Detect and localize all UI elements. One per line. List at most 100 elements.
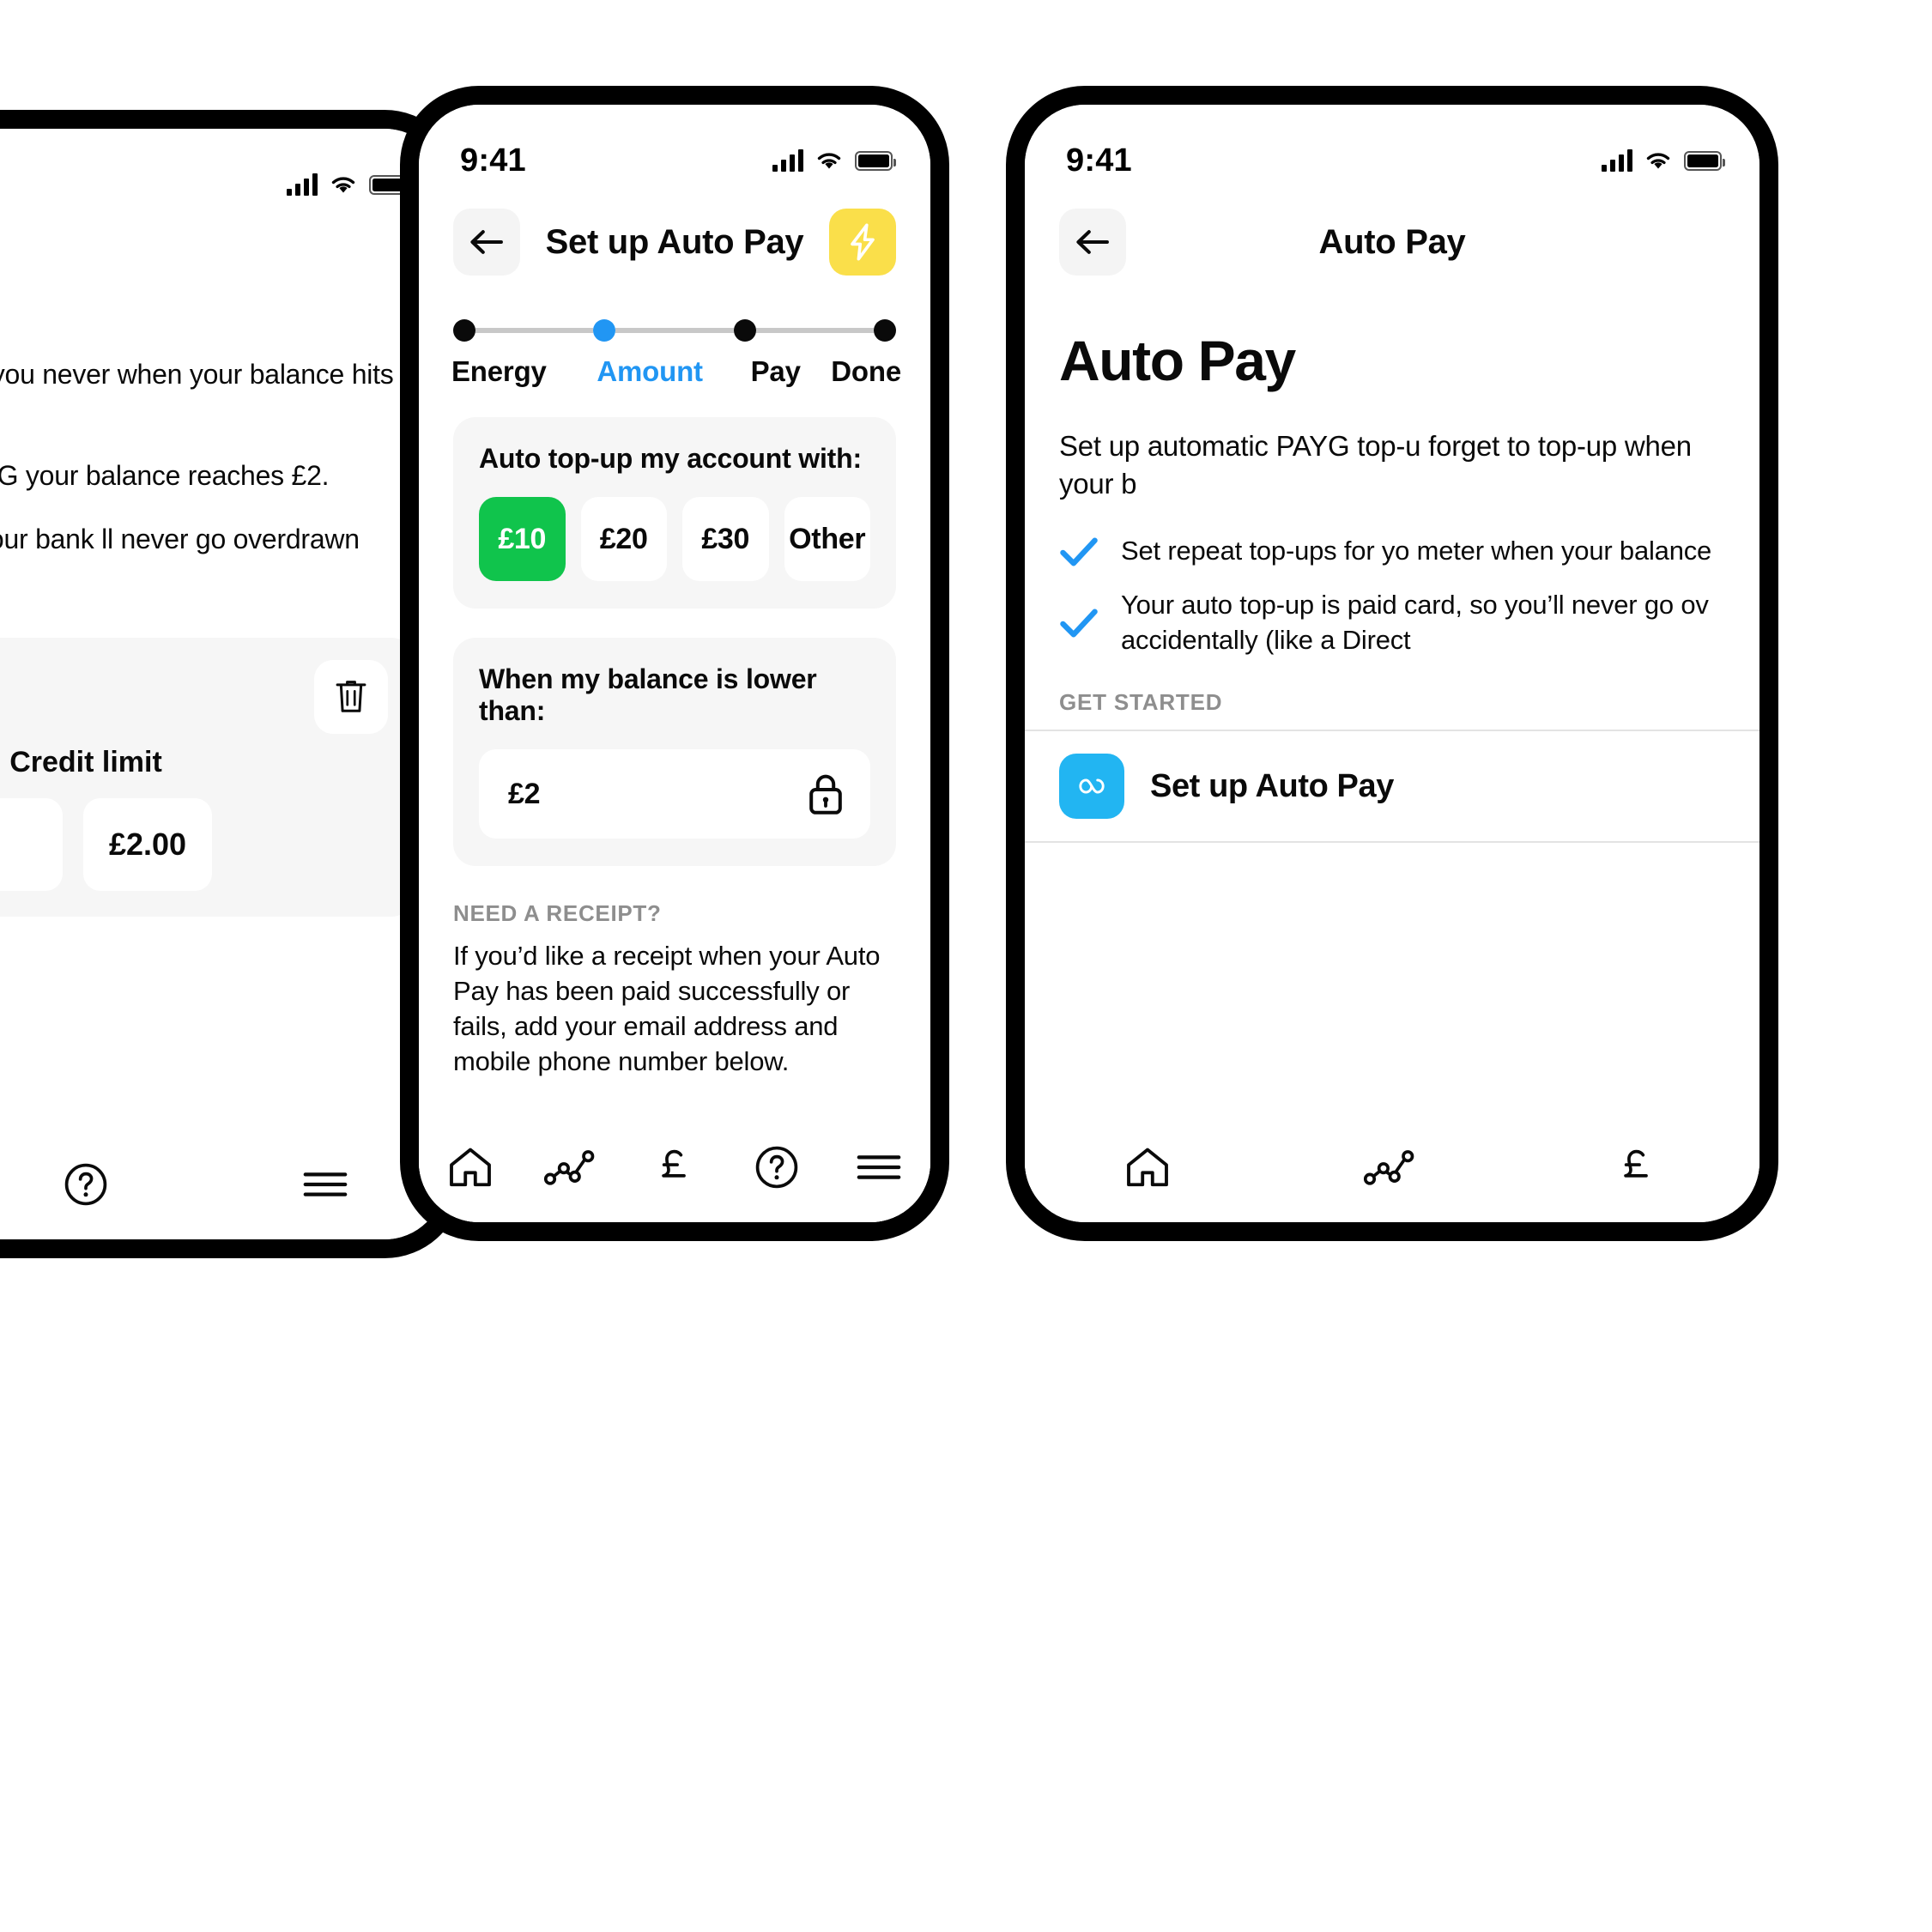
- phone-right: 9:41 Auto Pay Auto Pay Set up automatic …: [1006, 86, 1778, 1241]
- back-button[interactable]: [1059, 209, 1126, 276]
- step-dot-energy[interactable]: [453, 319, 475, 342]
- tab-bar-center: [419, 1112, 930, 1222]
- nav-bar-left: Auto Pay: [0, 211, 445, 307]
- tab-usage-right[interactable]: [1269, 1148, 1514, 1186]
- signal-icon: [1602, 149, 1632, 172]
- setup-stepper: Energy Amount Pay Done: [419, 283, 930, 388]
- amount-option-20[interactable]: £20: [580, 497, 667, 581]
- step-label-done: Done: [831, 355, 901, 387]
- credit-limit-values: £2.00: [0, 797, 388, 891]
- step-label-energy: Energy: [451, 355, 547, 387]
- step-line-3: [755, 328, 874, 333]
- status-bar-left: [0, 129, 445, 211]
- tab-menu-center[interactable]: [828, 1150, 930, 1184]
- step-label-pay: Pay: [750, 355, 801, 387]
- page-title-right: Auto Pay: [1318, 222, 1466, 261]
- pound-icon: [1624, 1149, 1649, 1178]
- lock-icon: [809, 774, 842, 815]
- step-line-2: [615, 328, 734, 333]
- battery-icon: [1684, 150, 1725, 171]
- status-time-center: 9:41: [460, 142, 526, 179]
- topup-amount-options: £10 £20 £30 Other: [479, 497, 870, 581]
- status-bar-center: 9:41: [419, 105, 930, 187]
- status-icons-center: [772, 149, 896, 172]
- step-label-amount: Amount: [597, 355, 703, 387]
- phone-center-screen: 9:41 Set up Auto Pay Energy Amount Pay D…: [419, 105, 930, 1222]
- back-button[interactable]: [453, 209, 520, 276]
- auto-pay-benefits: Set repeat top-ups for yo meter when you…: [1059, 534, 1725, 658]
- receipt-body: If you’d like a receipt when your Auto P…: [453, 941, 881, 1076]
- benefit-item: Set repeat top-ups for yo meter when you…: [1059, 534, 1725, 569]
- balance-threshold-title: When my balance is lower than:: [479, 663, 817, 726]
- help-icon: [64, 1163, 107, 1206]
- tab-usage-center[interactable]: [521, 1148, 623, 1186]
- benefit-text: Set repeat top-ups for yo meter when you…: [1121, 536, 1712, 566]
- amount-option-30[interactable]: £30: [682, 497, 769, 581]
- wifi-icon: [1646, 153, 1670, 169]
- menu-icon: [857, 1155, 901, 1179]
- balance-threshold-field[interactable]: £2: [479, 749, 870, 839]
- topup-amount-card: Auto top-up my account with: £10 £20 £30…: [453, 417, 896, 609]
- nav-bar-right: Auto Pay: [1025, 187, 1759, 283]
- check-icon: [1060, 609, 1098, 638]
- balance-threshold-card: When my balance is lower than: £2: [453, 638, 896, 866]
- tab-home-right[interactable]: [1025, 1144, 1269, 1190]
- phone-left: Auto Pay c PAYG top-ups so you never whe…: [0, 110, 463, 1258]
- back-arrow-icon: [1076, 230, 1109, 254]
- left-paragraph-3: op-up is paid with your bank ll never go…: [0, 524, 360, 555]
- status-time-right: 9:41: [1066, 142, 1132, 179]
- pound-icon: [662, 1149, 686, 1178]
- credit-limit-card: Credit limit £2.00: [0, 637, 414, 917]
- phone-center: 9:41 Set up Auto Pay Energy Amount Pay D…: [400, 86, 949, 1241]
- check-icon: [1060, 537, 1098, 566]
- phone-left-screen: Auto Pay c PAYG top-ups so you never whe…: [0, 129, 445, 1239]
- step-dot-amount[interactable]: [593, 319, 616, 342]
- tab-bar-left: [0, 1130, 445, 1239]
- infinity-glyph: [1079, 778, 1105, 794]
- benefit-text: Your auto top-up is paid card, so you’ll…: [1121, 590, 1709, 656]
- status-bar-right: 9:41: [1025, 105, 1759, 187]
- battery-icon: [855, 150, 896, 171]
- trash-icon: [336, 680, 366, 712]
- home-icon: [1126, 1148, 1168, 1187]
- tab-bar-right: [1025, 1112, 1759, 1222]
- step-dot-pay[interactable]: [733, 319, 756, 342]
- screenshot-stage: Auto Pay c PAYG top-ups so you never whe…: [0, 0, 1932, 1932]
- wifi-icon: [331, 177, 355, 193]
- energy-action-button[interactable]: [829, 209, 896, 276]
- auto-pay-intro: Set up automatic PAYG top-u forget to to…: [1059, 430, 1692, 500]
- delete-limit-button[interactable]: [314, 659, 388, 734]
- left-paragraph-2: op-ups for your PAYG your balance reache…: [0, 460, 330, 492]
- receipt-overline: NEED A RECEIPT?: [453, 900, 662, 926]
- set-up-auto-pay-label: Set up Auto Pay: [1150, 767, 1394, 804]
- phone-right-screen: 9:41 Auto Pay Auto Pay Set up automatic …: [1025, 105, 1759, 1222]
- left-paragraph-1: c PAYG top-ups so you never when your ba…: [0, 359, 394, 390]
- set-up-auto-pay-row[interactable]: Set up Auto Pay: [1025, 730, 1759, 844]
- benefit-item: Your auto top-up is paid card, so you’ll…: [1059, 588, 1725, 658]
- tab-pound-center[interactable]: [623, 1142, 725, 1192]
- auto-pay-heading: Auto Pay: [1059, 329, 1296, 392]
- credit-limit-chip-prev[interactable]: [0, 797, 63, 891]
- back-arrow-icon: [470, 230, 503, 254]
- status-icons-left: [287, 173, 410, 196]
- status-icons-right: [1602, 149, 1725, 172]
- usage-icon: [543, 1150, 595, 1185]
- infinity-icon: [1059, 754, 1124, 820]
- topup-amount-title: Auto top-up my account with:: [479, 443, 862, 474]
- step-dot-done[interactable]: [873, 319, 896, 342]
- menu-icon: [303, 1172, 347, 1196]
- help-icon: [755, 1146, 798, 1189]
- tab-help-center[interactable]: [726, 1142, 828, 1192]
- amount-option-10[interactable]: £10: [479, 497, 566, 581]
- credit-limit-value[interactable]: £2.00: [83, 797, 212, 891]
- amount-option-other[interactable]: Other: [784, 497, 870, 581]
- tab-help-left[interactable]: [0, 1160, 205, 1209]
- tab-home-center[interactable]: [419, 1144, 521, 1190]
- tab-pound-right[interactable]: [1515, 1142, 1759, 1192]
- wifi-icon: [817, 153, 841, 169]
- lightning-bolt-icon: [851, 223, 875, 261]
- credit-limit-label: Credit limit: [9, 745, 162, 778]
- signal-icon: [287, 173, 318, 196]
- balance-threshold-value: £2: [508, 777, 541, 810]
- home-icon: [449, 1148, 491, 1187]
